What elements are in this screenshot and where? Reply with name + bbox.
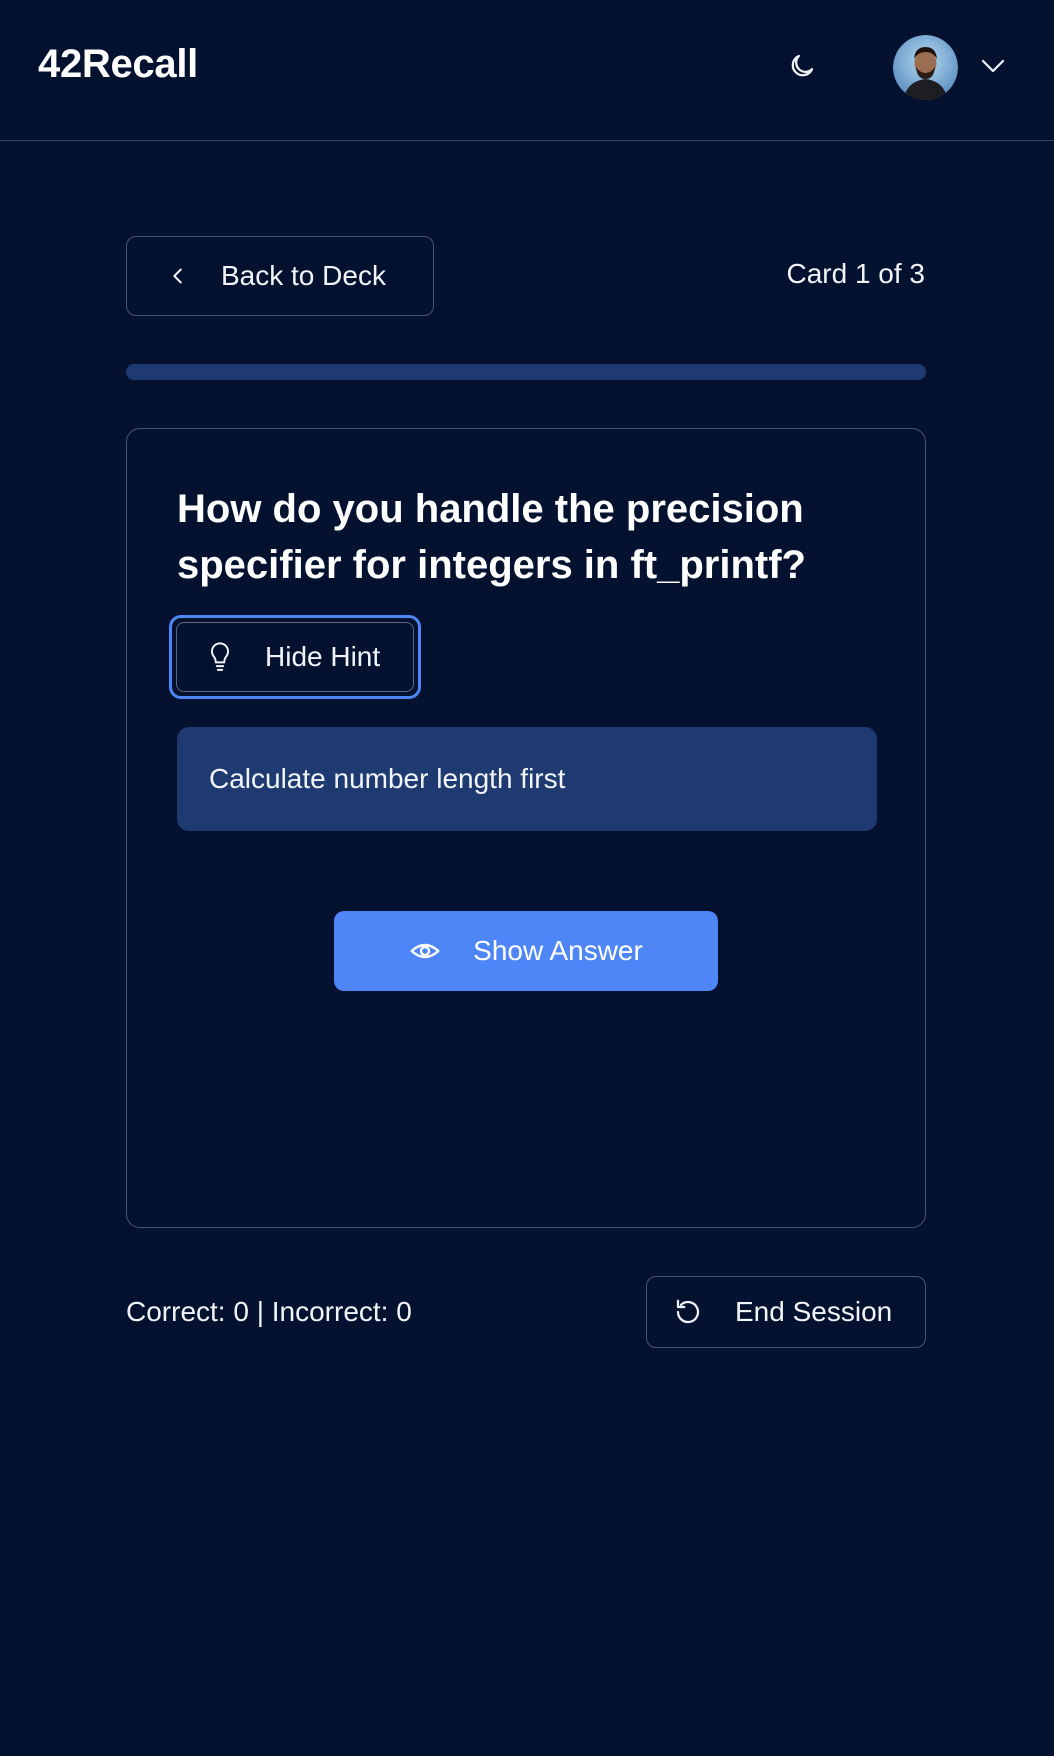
hide-hint-label: Hide Hint bbox=[265, 641, 381, 672]
top-header: 42Recall bbox=[0, 0, 1054, 141]
rotate-ccw-icon bbox=[673, 1297, 703, 1327]
theme-toggle-button[interactable] bbox=[782, 48, 822, 88]
progress-bar bbox=[126, 364, 926, 380]
back-to-deck-button[interactable]: Back to Deck bbox=[126, 236, 434, 316]
card-question: How do you handle the precision specifie… bbox=[177, 487, 806, 587]
eye-icon bbox=[409, 935, 441, 967]
show-answer-button[interactable]: Show Answer bbox=[334, 911, 718, 991]
lightbulb-icon bbox=[207, 642, 233, 672]
app-logo[interactable]: 42Recall bbox=[38, 42, 198, 87]
progress-fill bbox=[126, 364, 393, 380]
hide-hint-button[interactable]: Hide Hint bbox=[169, 615, 421, 699]
user-avatar[interactable] bbox=[893, 35, 958, 100]
account-menu-toggle[interactable] bbox=[977, 52, 1009, 84]
hide-hint-button-inner: Hide Hint bbox=[176, 622, 414, 692]
score-summary: Correct: 0 | Incorrect: 0 bbox=[126, 1296, 412, 1327]
end-session-label: End Session bbox=[735, 1296, 893, 1327]
back-to-deck-label: Back to Deck bbox=[221, 260, 386, 291]
chevron-left-icon bbox=[167, 265, 189, 287]
show-answer-label: Show Answer bbox=[473, 935, 643, 966]
hint-text: Calculate number length first bbox=[209, 763, 566, 794]
flashcard: How do you handle the precision specifie… bbox=[126, 428, 926, 1228]
moon-icon bbox=[787, 51, 817, 86]
card-counter: Card 1 of 3 bbox=[786, 258, 925, 289]
end-session-button[interactable]: End Session bbox=[646, 1276, 926, 1348]
hint-box: Calculate number length first bbox=[177, 727, 877, 831]
chevron-down-icon bbox=[978, 51, 1008, 86]
